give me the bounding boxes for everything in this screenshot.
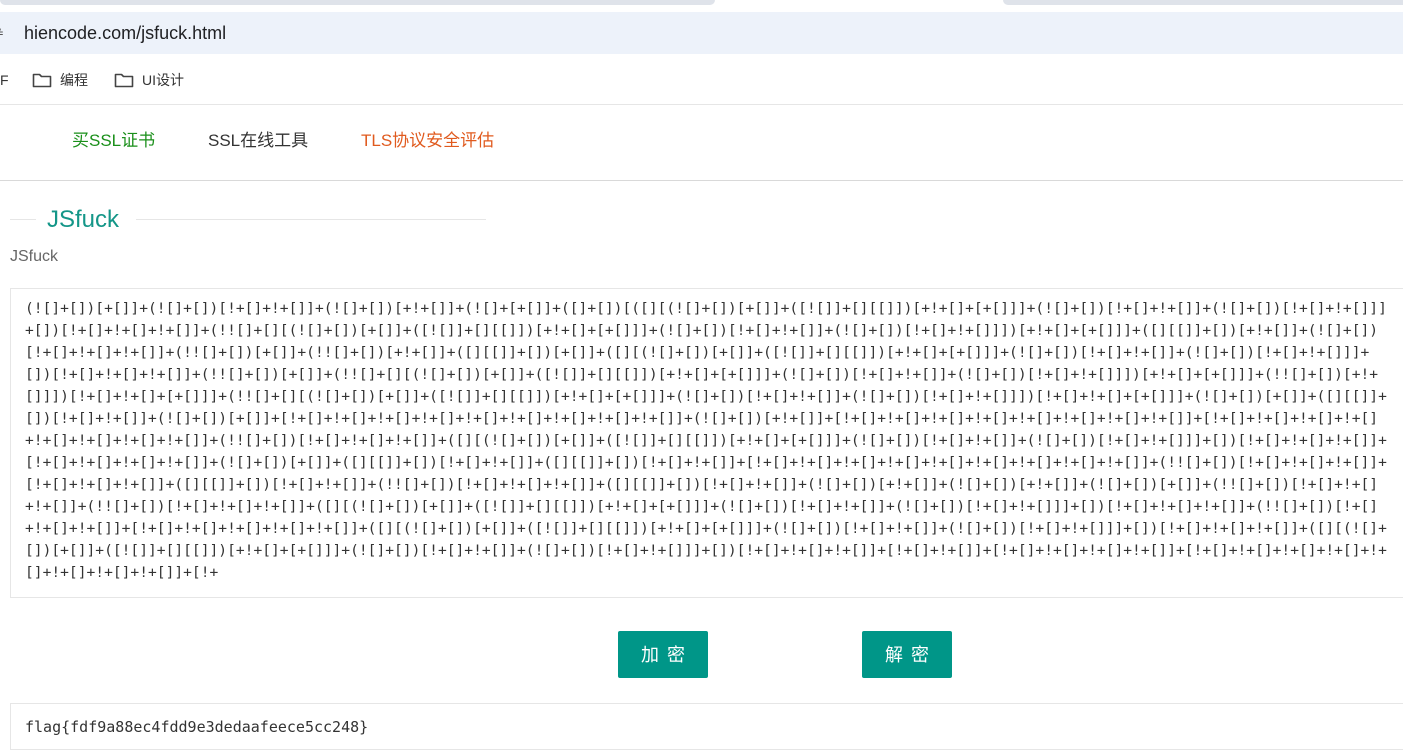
result-output-field[interactable]: flag{fdf9a88ec4fdd9e3dedaafeece5cc248} — [10, 703, 1403, 750]
folder-icon — [114, 73, 134, 88]
panel-title: JSfuck — [47, 206, 120, 233]
decrypt-button[interactable]: 解密 — [862, 631, 952, 678]
browser-tab-inactive[interactable] — [1003, 0, 1403, 5]
encrypt-button[interactable]: 加密 — [618, 631, 708, 678]
bookmark-label: 编程 — [60, 72, 88, 88]
divider — [0, 104, 1403, 105]
site-info-icon[interactable]: ≗ — [0, 25, 6, 41]
result-output-text[interactable]: flag{fdf9a88ec4fdd9e3dedaafeece5cc248} — [25, 717, 368, 737]
bookmark-folder-programming[interactable]: 编程 — [32, 70, 88, 90]
panel-legend: JSfuck — [10, 205, 486, 235]
bookmarks-bar: F 编程 UI设计 — [0, 64, 1403, 96]
legend-line-right — [136, 219, 486, 220]
folder-icon — [32, 73, 52, 88]
jsfuck-input-text[interactable]: (![]+[])[+[]]+(![]+[])[!+[]+!+[]]+(![]+[… — [25, 298, 1387, 592]
bookmark-label: UI设计 — [142, 72, 184, 88]
divider — [0, 180, 1403, 181]
bookmark-folder-ui-design[interactable]: UI设计 — [114, 70, 184, 90]
legend-line-left — [10, 219, 36, 220]
jsfuck-input-textarea[interactable]: (![]+[])[+[]]+(![]+[])[!+[]+!+[]]+(![]+[… — [10, 288, 1403, 598]
nav-tls-security-assessment[interactable]: TLS协议安全评估 — [361, 131, 494, 151]
address-bar[interactable]: ≗ hiencode.com/jsfuck.html — [0, 12, 1403, 54]
browser-tab-active[interactable] — [0, 0, 715, 5]
nav-ssl-online-tools[interactable]: SSL在线工具 — [208, 131, 308, 151]
bookmark-truncated-label[interactable]: F — [0, 72, 9, 88]
nav-buy-ssl-certificate[interactable]: 买SSL证书 — [72, 131, 155, 151]
panel-subtitle: JSfuck — [10, 248, 59, 265]
tab-strip — [0, 0, 1403, 12]
url-text[interactable]: hiencode.com/jsfuck.html — [24, 23, 226, 43]
